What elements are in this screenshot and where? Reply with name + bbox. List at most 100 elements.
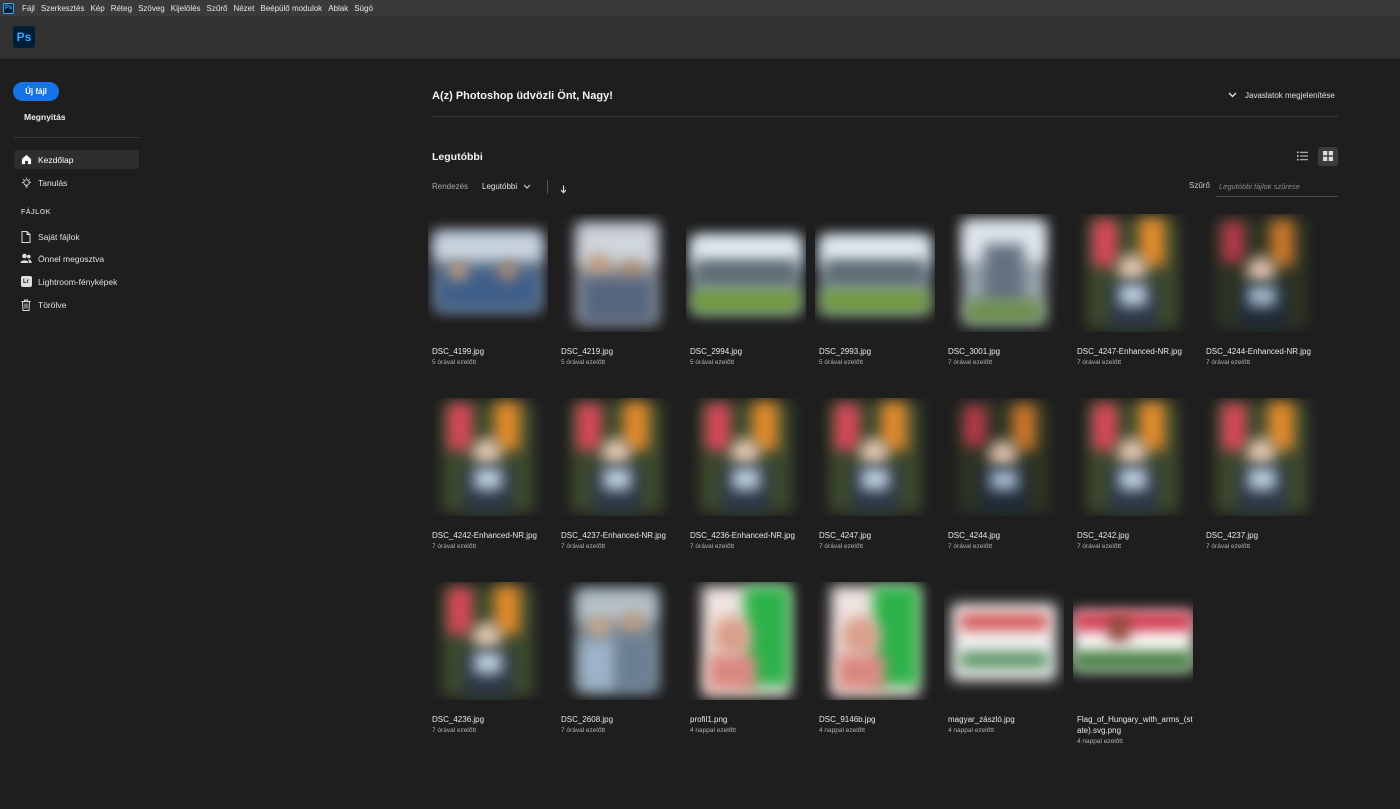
file-modified-time: 5 órával ezelőtt [819, 359, 864, 366]
menu-edit[interactable]: Szerkesztés [38, 4, 88, 13]
sidebar-item-learn[interactable]: Tanulás [14, 173, 139, 192]
thumbnail-image-region [603, 468, 631, 490]
menu-select[interactable]: Kijelölés [168, 4, 204, 13]
new-file-button[interactable]: Új fájl [13, 82, 59, 101]
file-modified-time: 7 órával ezelőtt [948, 359, 993, 366]
thumbnail-image-region [587, 616, 611, 638]
menu-bar: Ps Fájl Szerkesztés Kép Réteg Szöveg Kij… [0, 0, 1400, 16]
menu-view[interactable]: Nézet [230, 4, 257, 13]
lightroom-icon: Lr [20, 276, 32, 288]
thumbnail-image-region [448, 262, 468, 280]
file-name: DSC_4236-Enhanced-NR.jpg [690, 531, 795, 540]
file-thumbnail[interactable] [944, 582, 1064, 700]
thumbnail-image-region [474, 652, 502, 674]
sort-label: Rendezés [432, 182, 469, 191]
file-name: DSC_9146b.jpg [819, 715, 876, 724]
thumbnail-image-region [472, 438, 502, 468]
menu-help[interactable]: Súgó [351, 4, 376, 13]
sidebar-item-shared[interactable]: Önnel megosztva [14, 249, 139, 268]
file-thumbnail[interactable] [1073, 214, 1193, 332]
file-modified-time: 5 órával ezelőtt [561, 359, 606, 366]
file-name: DSC_4199.jpg [432, 347, 485, 356]
list-view-button[interactable] [1292, 147, 1312, 166]
file-thumbnail[interactable] [1073, 398, 1193, 516]
sidebar-item-my-files[interactable]: Saját fájlok [14, 227, 139, 246]
thumbnail-image-region [1119, 468, 1147, 490]
file-thumbnail[interactable] [686, 214, 806, 332]
recent-section-title: Legutóbbi [432, 151, 483, 163]
file-thumbnail[interactable] [815, 398, 935, 516]
open-button[interactable]: Megnyitás [24, 112, 66, 122]
menu-window[interactable]: Ablak [325, 4, 351, 13]
sidebar-item-home[interactable]: Kezdőlap [14, 150, 139, 169]
thumbnail-image-region [1093, 404, 1117, 450]
grid-view-button[interactable] [1318, 147, 1338, 166]
file-modified-time: 7 órával ezelőtt [432, 727, 477, 734]
file-thumbnail[interactable] [1073, 582, 1193, 700]
thumbnail-image-region [581, 640, 617, 690]
list-view-icon [1296, 148, 1308, 166]
thumbnail-image-region [621, 612, 645, 634]
show-suggestions-toggle[interactable]: Javaslatok megjelenítése [1228, 91, 1335, 100]
thumbnail-image-region [617, 636, 653, 690]
thumbnail-image-region [448, 588, 472, 634]
thumbnail-image-region [708, 654, 756, 690]
sidebar-divider [14, 137, 140, 138]
thumbnail-image-region [1248, 468, 1276, 490]
menu-type[interactable]: Szöveg [135, 4, 168, 13]
menu-filter[interactable]: Szűrő [204, 4, 231, 13]
file-thumbnail[interactable] [428, 398, 548, 516]
file-name: DSC_2994.jpg [690, 347, 743, 356]
file-thumbnail[interactable] [557, 582, 677, 700]
thumbnail-image-region [841, 616, 881, 656]
lightbulb-icon [20, 177, 32, 189]
shared-users-icon [20, 253, 32, 265]
menu-plugins[interactable]: Beépülő modulok [257, 4, 325, 13]
file-modified-time: 7 órával ezelőtt [561, 543, 606, 550]
file-thumbnail[interactable] [944, 398, 1064, 516]
app-header: Ps [0, 16, 1400, 59]
sidebar-item-deleted[interactable]: Törölve [14, 295, 139, 314]
file-name: DSC_4219.jpg [561, 347, 614, 356]
sort-dropdown[interactable]: Legutóbbi [482, 182, 531, 191]
file-thumbnail[interactable] [557, 398, 677, 516]
thumbnail-image-region [964, 406, 986, 446]
sort-separator [547, 180, 548, 194]
thumbnail-image-region [434, 232, 542, 262]
sidebar-item-lightroom[interactable]: Lr Lightroom-fényképek [14, 272, 139, 291]
thumbnail-image-region [835, 404, 859, 450]
sort-direction-button[interactable] [560, 181, 567, 199]
menu-layer[interactable]: Réteg [108, 4, 135, 13]
file-thumbnail[interactable] [1202, 398, 1322, 516]
file-name: DSC_4244.jpg [948, 531, 1001, 540]
filter-label: Szűrő [1189, 181, 1210, 190]
thumbnail-image-region [1109, 616, 1129, 642]
file-thumbnail[interactable] [686, 582, 806, 700]
file-thumbnail[interactable] [428, 214, 548, 332]
file-modified-time: 4 nappal ezelőtt [690, 727, 736, 734]
file-thumbnail[interactable] [557, 214, 677, 332]
file-thumbnail[interactable] [428, 582, 548, 700]
thumbnail-image-region [960, 652, 1048, 668]
file-name: magyar_zászló.jpg [948, 715, 1015, 724]
thumbnail-image-region [1073, 612, 1193, 631]
file-thumbnail[interactable] [1202, 214, 1322, 332]
file-thumbnail[interactable] [815, 214, 935, 332]
thumbnail-image-region [859, 438, 889, 468]
thumbnail-image-region [577, 404, 601, 450]
files-section-label: FÁJLOK [21, 209, 51, 216]
thumbnail-image-region [1248, 286, 1276, 306]
thumbnail-image-region [837, 654, 885, 690]
file-thumbnail[interactable] [815, 582, 935, 700]
photoshop-logo[interactable]: Ps [13, 26, 35, 48]
file-modified-time: 7 órával ezelőtt [819, 543, 864, 550]
show-suggestions-label: Javaslatok megjelenítése [1245, 91, 1335, 100]
file-thumbnail[interactable] [944, 214, 1064, 332]
menu-image[interactable]: Kép [87, 4, 107, 13]
thumbnail-image-region [587, 254, 611, 276]
menu-file[interactable]: Fájl [19, 4, 38, 13]
file-name: DSC_4237-Enhanced-NR.jpg [561, 531, 666, 540]
file-thumbnail[interactable] [686, 398, 806, 516]
filter-recent-files-input[interactable] [1216, 177, 1338, 197]
file-name: DSC_4237.jpg [1206, 531, 1259, 540]
